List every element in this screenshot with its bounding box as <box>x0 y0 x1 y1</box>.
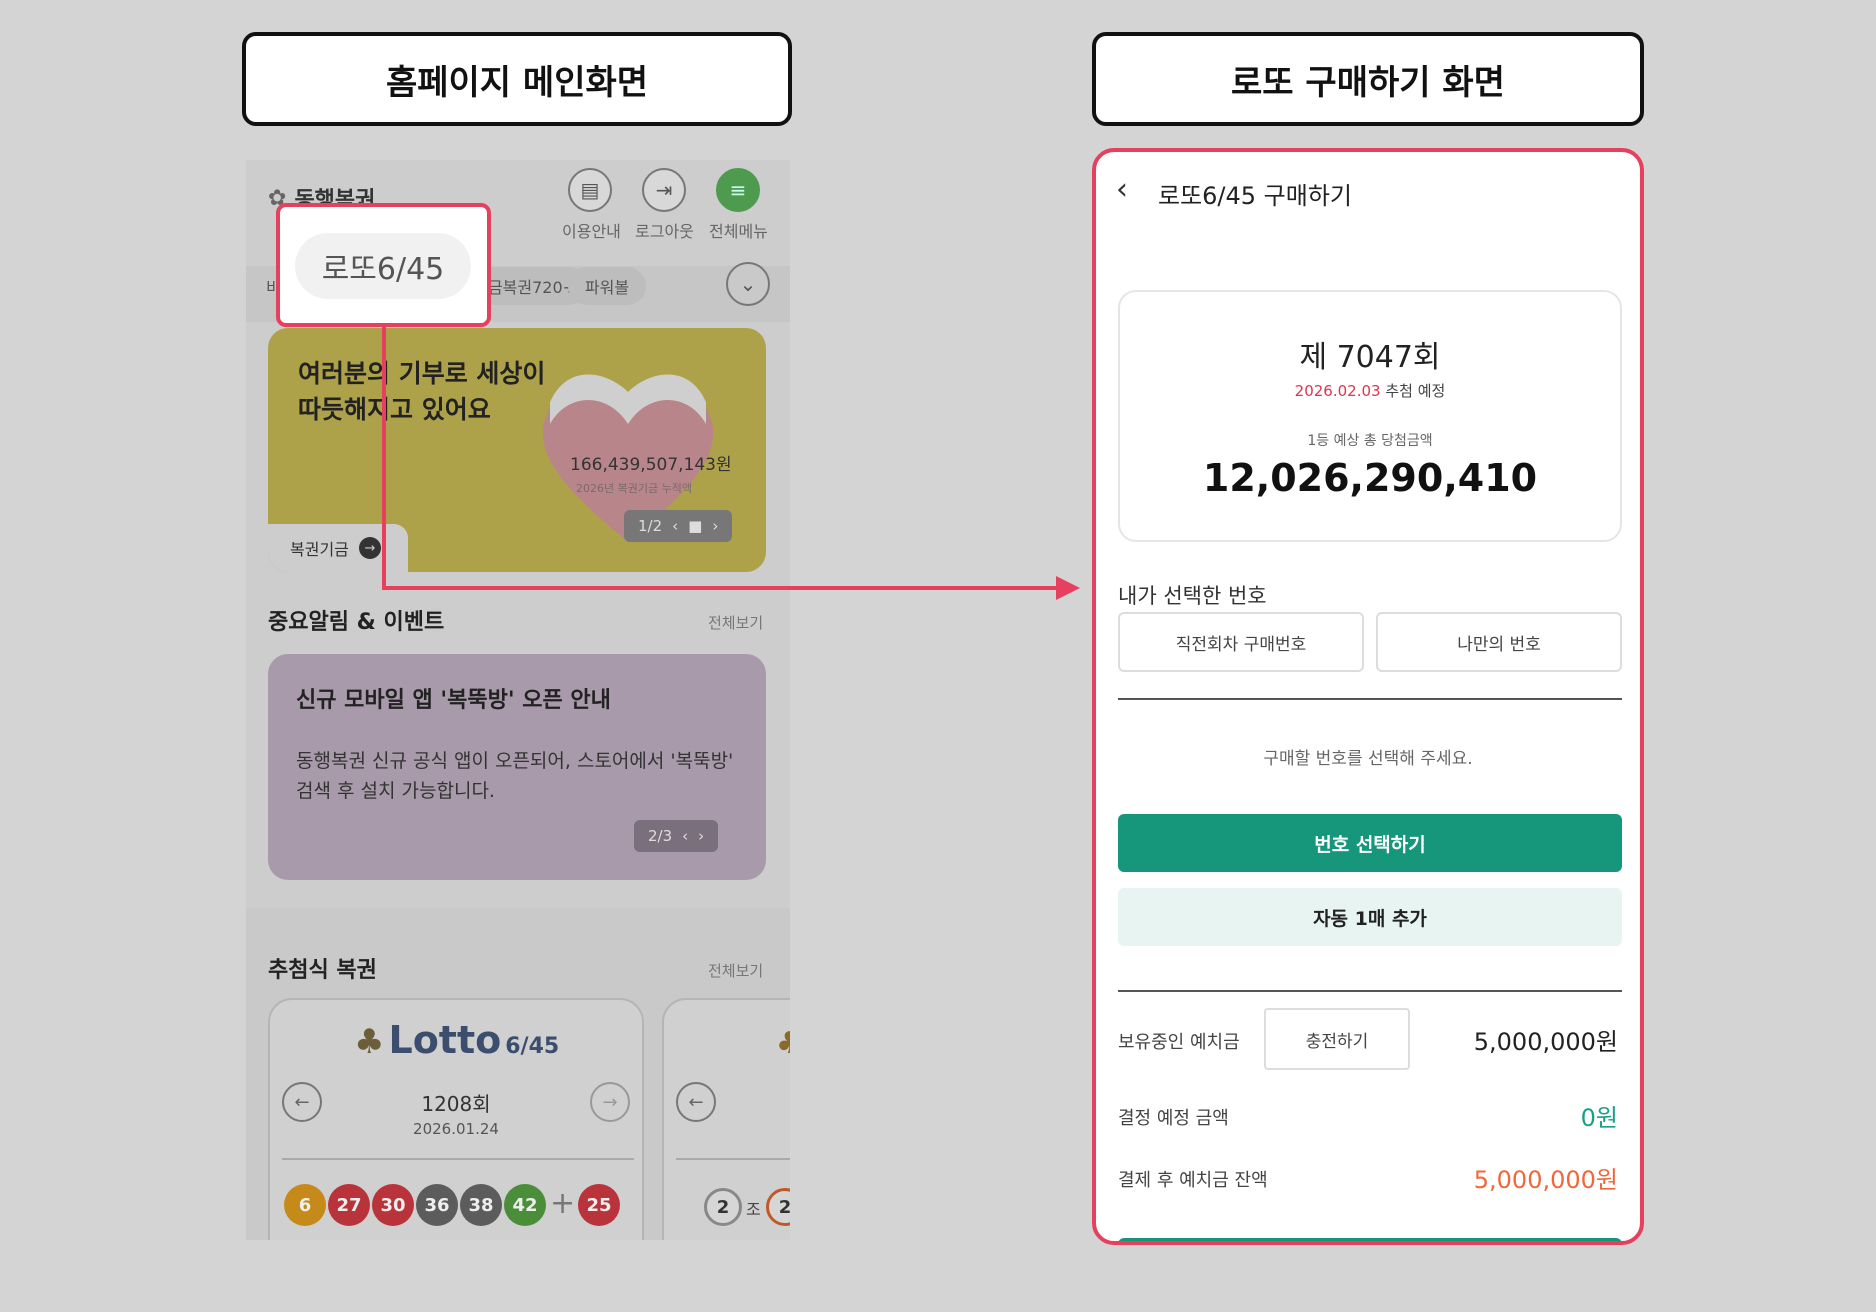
lotto-ball: 42 <box>504 1184 546 1226</box>
prize-amount: 12,026,290,410 <box>1202 456 1538 500</box>
event-card[interactable]: 신규 모바일 앱 '복뚝방' 오픈 안내 동행복권 신규 공식 앱이 오픈되어,… <box>268 654 766 880</box>
pay-amount-label: 결정 예정 금액 <box>1118 1108 1229 1129</box>
events-title: 중요알림 & 이벤트 <box>268 610 445 635</box>
lotto-ball: 6 <box>284 1184 326 1226</box>
lotto-ball: 38 <box>460 1184 502 1226</box>
prize-label: 1등 예상 총 당첨금액 <box>1307 433 1433 449</box>
arrow-right-icon: → <box>358 537 381 559</box>
deposit-label: 보유중인 예치금 <box>1118 1032 1240 1053</box>
lotto-logo-sub: 6/45 <box>505 1034 560 1059</box>
left-title: 홈페이지 메인화면 <box>242 32 792 126</box>
select-hint: 구매할 번호를 선택해 주세요. <box>1263 749 1473 769</box>
draw-round: 제 7047회 <box>1299 340 1441 375</box>
draw-lottery-title: 추첨식 복권 <box>268 958 377 983</box>
pension-logo-icon: ♣ <box>776 1026 790 1061</box>
card-divider <box>676 1158 790 1160</box>
lotto-result-card[interactable]: ♣ Lotto 6/45 ← → 1208회 2026.01.24 6 27 3… <box>268 998 644 1240</box>
back-arrow-icon[interactable]: ‹ <box>1116 172 1128 207</box>
right-title-text: 로또 구매하기 화면 <box>1231 62 1505 103</box>
book-icon[interactable]: ▤ <box>568 168 612 212</box>
lotto-ball: 30 <box>372 1184 414 1226</box>
logout-icon[interactable]: ⇥ <box>642 168 686 212</box>
pension-ball: 2 <box>766 1188 790 1226</box>
lotto-bonus-ball: 25 <box>578 1184 620 1226</box>
pension-ball: 2 <box>704 1188 742 1226</box>
right-title: 로또 구매하기 화면 <box>1092 32 1644 126</box>
draw-date-suffix: 추첨 예정 <box>1385 382 1446 400</box>
lotto-logo-text: Lotto <box>388 1018 502 1062</box>
draw-date-line: 2026.02.03 추첨 예정 <box>1120 380 1620 401</box>
header-menu-label[interactable]: 전체메뉴 <box>709 218 768 242</box>
header-guide-label[interactable]: 이용안내 <box>562 218 621 242</box>
lotto-logo-icon: ♣ <box>354 1022 385 1062</box>
draw-date: 2026.02.03 <box>1294 382 1381 400</box>
events-see-all[interactable]: 전체보기 <box>708 612 763 633</box>
purchase-screen: ‹ 로또6/45 구매하기 제 7047회 2026.02.03 추첨 예정 1… <box>1092 148 1644 1245</box>
card-divider <box>282 1158 634 1160</box>
balance-after-label: 결제 후 예치금 잔액 <box>1118 1170 1268 1191</box>
divider <box>1118 698 1622 700</box>
auto-add-button[interactable]: 자동 1매 추가 <box>1118 888 1622 946</box>
menu-icon[interactable]: ≡ <box>716 168 760 212</box>
lotto-date: 2026.01.24 <box>413 1120 499 1138</box>
select-numbers-button[interactable]: 번호 선택하기 <box>1118 814 1622 872</box>
lotto-tab-callout: 로또6/45 <box>276 203 491 327</box>
pension-group-label: 조 <box>746 1200 761 1219</box>
chevron-right-icon[interactable]: › <box>698 827 704 845</box>
lotto-logo: ♣ Lotto 6/45 <box>354 1018 559 1062</box>
game-tab-lotto[interactable]: 로또6/45 <box>295 233 471 299</box>
pay-amount-value: 0원 <box>1580 1104 1618 1132</box>
header-logout-label[interactable]: 로그아웃 <box>635 218 694 242</box>
selected-numbers-label: 내가 선택한 번호 <box>1118 584 1267 608</box>
pension-result-card[interactable]: ♣ ← 2 조 2 <box>662 998 790 1240</box>
chevron-down-icon[interactable]: ⌄ <box>726 262 770 306</box>
purchase-header-title: 로또6/45 구매하기 <box>1158 182 1353 210</box>
charge-button[interactable]: 충전하기 <box>1264 1008 1410 1070</box>
fund-tab-label: 복권기금 <box>290 540 349 559</box>
balance-after-value: 5,000,000원 <box>1473 1166 1618 1194</box>
lotto-ball: 27 <box>328 1184 370 1226</box>
prev-round-numbers-button[interactable]: 직전회차 구매번호 <box>1118 612 1364 672</box>
draw-see-all[interactable]: 전체보기 <box>708 960 763 981</box>
lotto-ball: 36 <box>416 1184 458 1226</box>
event-pager-text: 2/3 <box>648 827 673 845</box>
lotto-round: 1208회 <box>421 1092 491 1116</box>
purchase-button[interactable] <box>1118 1238 1622 1241</box>
my-numbers-button[interactable]: 나만의 번호 <box>1376 612 1622 672</box>
event-pager[interactable]: 2/3 ‹ › <box>634 820 719 852</box>
prev-round-icon[interactable]: ← <box>676 1082 716 1122</box>
game-tab-powerball[interactable]: 파워볼 <box>568 267 646 305</box>
plus-icon: + <box>550 1186 576 1221</box>
event-card-body: 동행복권 신규 공식 앱이 오픈되어, 스토어에서 '복뚝방' 검색 후 설치 … <box>296 750 734 802</box>
draw-info-card: 제 7047회 2026.02.03 추첨 예정 1등 예상 총 당첨금액 12… <box>1118 290 1622 542</box>
left-title-text: 홈페이지 메인화면 <box>385 62 649 103</box>
deposit-value: 5,000,000원 <box>1473 1028 1618 1056</box>
divider <box>1118 990 1622 992</box>
event-card-title: 신규 모바일 앱 '복뚝방' 오픈 안내 <box>296 688 611 713</box>
chevron-left-icon[interactable]: ‹ <box>682 827 688 845</box>
flow-arrow <box>382 326 1080 600</box>
